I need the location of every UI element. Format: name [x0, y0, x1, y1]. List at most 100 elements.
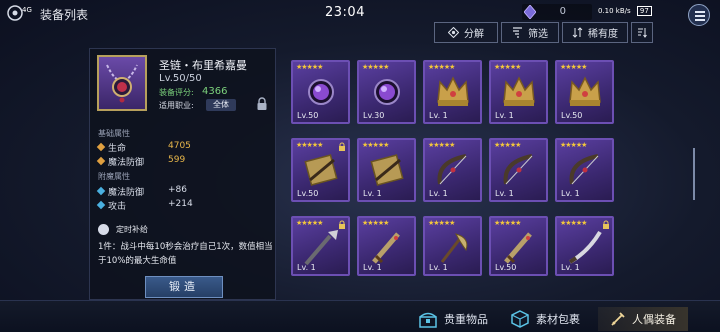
tab-label: 素材包裹 — [536, 313, 580, 326]
skill-icon — [98, 224, 109, 235]
tab-materials[interactable]: 素材包裹 — [510, 307, 580, 331]
menu-button[interactable] — [688, 4, 710, 26]
chest-icon — [419, 312, 437, 328]
forge-button[interactable]: 锻造 — [145, 276, 223, 298]
stat-name: 生命 — [108, 144, 127, 154]
rarity-stars: ★★★★★ — [494, 63, 521, 71]
signal-indicator: 4G — [22, 6, 32, 14]
decompose-button[interactable]: 分解 — [434, 22, 498, 43]
stat-value: 599 — [168, 155, 186, 165]
battery-icon: 97 — [636, 6, 652, 16]
stat-name: 魔法防御 — [108, 158, 145, 168]
golden-crown-icon — [503, 76, 535, 106]
page-title: 装备列表 — [40, 8, 89, 22]
rarity-stars: ★★★★★ — [362, 141, 389, 149]
item-level-label: Lv. 1 — [495, 111, 514, 120]
item-level-label: Lv. 1 — [429, 189, 448, 198]
item-level-label: Lv.50 — [495, 263, 517, 272]
item-detail-panel: 圣链・布里希嘉曼 Lv.50/50 装备评分: 4366 适用职业: 全体 基础… — [89, 48, 276, 300]
scrollbar[interactable] — [693, 148, 695, 200]
item-level-label: Lv.50 — [561, 111, 583, 120]
battery-level: 97 — [639, 7, 649, 15]
rarity-label: 稀有度 — [588, 29, 618, 40]
stat-value: +86 — [168, 185, 187, 195]
rarity-stars: ★★★★★ — [296, 63, 323, 71]
lock-icon — [339, 220, 345, 229]
equipment-card[interactable]: ★★★★★ Lv. 1 — [555, 138, 614, 202]
rarity-stars: ★★★★★ — [362, 63, 389, 71]
stat-value: +214 — [168, 199, 193, 209]
dark-orb-icon — [308, 79, 334, 105]
filter-button[interactable]: 筛选 — [501, 22, 559, 43]
bow-icon — [503, 154, 533, 185]
sword-tab-icon — [611, 312, 625, 326]
skill-description: 1件：战斗中每10秒会治疗自己1次，数值相当于10%的最大生命值 — [98, 242, 273, 266]
equipment-card[interactable]: ★★★★★ Lv.30 — [357, 60, 416, 124]
sort-order-icon — [637, 28, 647, 38]
net-speed: 0.10 kB/s — [598, 7, 631, 15]
dark-orb-icon — [374, 79, 400, 105]
rarity-stars: ★★★★★ — [560, 141, 587, 149]
axe-icon — [440, 233, 468, 263]
item-level: Lv.50/50 — [159, 73, 202, 84]
rarity-stars: ★★★★★ — [428, 63, 455, 71]
equipment-card[interactable]: ★★★★★ Lv. 1 — [489, 60, 548, 124]
item-level-label: Lv. 1 — [561, 189, 580, 198]
rarity-stars: ★★★★★ — [560, 63, 587, 71]
sword-icon — [372, 232, 400, 264]
system-status: 0.10 kB/s 97 — [598, 6, 652, 16]
item-level-label: Lv. 1 — [429, 111, 448, 120]
item-level-label: Lv.50 — [297, 111, 319, 120]
decompose-label: 分解 — [464, 29, 484, 40]
sort-order-button[interactable] — [631, 22, 653, 43]
item-level-label: Lv. 1 — [429, 263, 448, 272]
skill-name: 定时补给 — [116, 225, 148, 234]
rarity-stars: ★★★★★ — [494, 219, 521, 227]
equipment-card[interactable]: ★★★★★ Lv. 1 — [555, 216, 614, 276]
tab-label: 贵重物品 — [444, 313, 488, 326]
equipment-card[interactable]: ★★★★★ Lv. 1 — [423, 60, 482, 124]
lock-icon[interactable] — [256, 97, 268, 111]
rarity-sort-button[interactable]: 稀有度 — [562, 22, 628, 43]
equipment-card[interactable]: ★★★★★ Lv. 1 — [357, 216, 416, 276]
bottom-tab-bar: 贵重物品 素材包裹 人偶装备 — [0, 300, 720, 332]
extra-stats-title: 附魔属性 — [98, 172, 130, 181]
rarity-stars: ★★★★★ — [560, 219, 587, 227]
equipment-card[interactable]: ★★★★★ Lv. 1 — [423, 138, 482, 202]
golden-crown-icon — [437, 76, 469, 106]
item-level-label: Lv. 1 — [561, 263, 580, 272]
golden-crown-icon — [569, 76, 601, 106]
lock-icon — [339, 142, 345, 151]
equipment-card[interactable]: ★★★★★ Lv.50 — [555, 60, 614, 124]
equipment-card[interactable]: ★★★★★ Lv.50 — [291, 60, 350, 124]
stat-name: 魔法防御 — [108, 188, 145, 198]
currency-value: 0 — [559, 6, 566, 17]
decompose-icon — [448, 27, 459, 38]
equipment-card[interactable]: ★★★★★ Lv. 1 — [423, 216, 482, 276]
equipment-card[interactable]: ★★★★★ Lv. 1 — [357, 138, 416, 202]
tab-doll-equipment[interactable]: 人偶装备 — [598, 307, 688, 331]
base-stats-title: 基础属性 — [98, 129, 130, 138]
cube-icon — [511, 310, 529, 328]
equipment-card[interactable]: ★★★★★ Lv.50 — [291, 138, 350, 202]
equipment-card[interactable]: ★★★★★ Lv.50 — [489, 216, 548, 276]
stat-value: 4705 — [168, 141, 191, 151]
job-label: 适用职业: — [159, 101, 194, 110]
equipment-card[interactable]: ★★★★★ Lv. 1 — [291, 216, 350, 276]
rarity-stars: ★★★★★ — [362, 219, 389, 227]
crystal-icon — [524, 5, 536, 19]
item-level-label: Lv. 1 — [495, 189, 514, 198]
rarity-stars: ★★★★★ — [428, 141, 455, 149]
toolbar: 分解 筛选 稀有度 — [434, 22, 680, 43]
hp-dot-icon — [96, 142, 106, 152]
stat-name: 攻击 — [108, 202, 127, 212]
crossbow-icon — [370, 154, 404, 186]
clock: 23:04 — [325, 5, 365, 20]
tab-valuables[interactable]: 贵重物品 — [418, 307, 488, 331]
rarity-stars: ★★★★★ — [428, 219, 455, 227]
currency-display: 0 — [522, 4, 592, 20]
tab-label: 人偶装备 — [632, 313, 676, 326]
rarity-stars: ★★★★★ — [494, 141, 521, 149]
equipment-card[interactable]: ★★★★★ Lv. 1 — [489, 138, 548, 202]
item-level-label: Lv.50 — [297, 189, 319, 198]
